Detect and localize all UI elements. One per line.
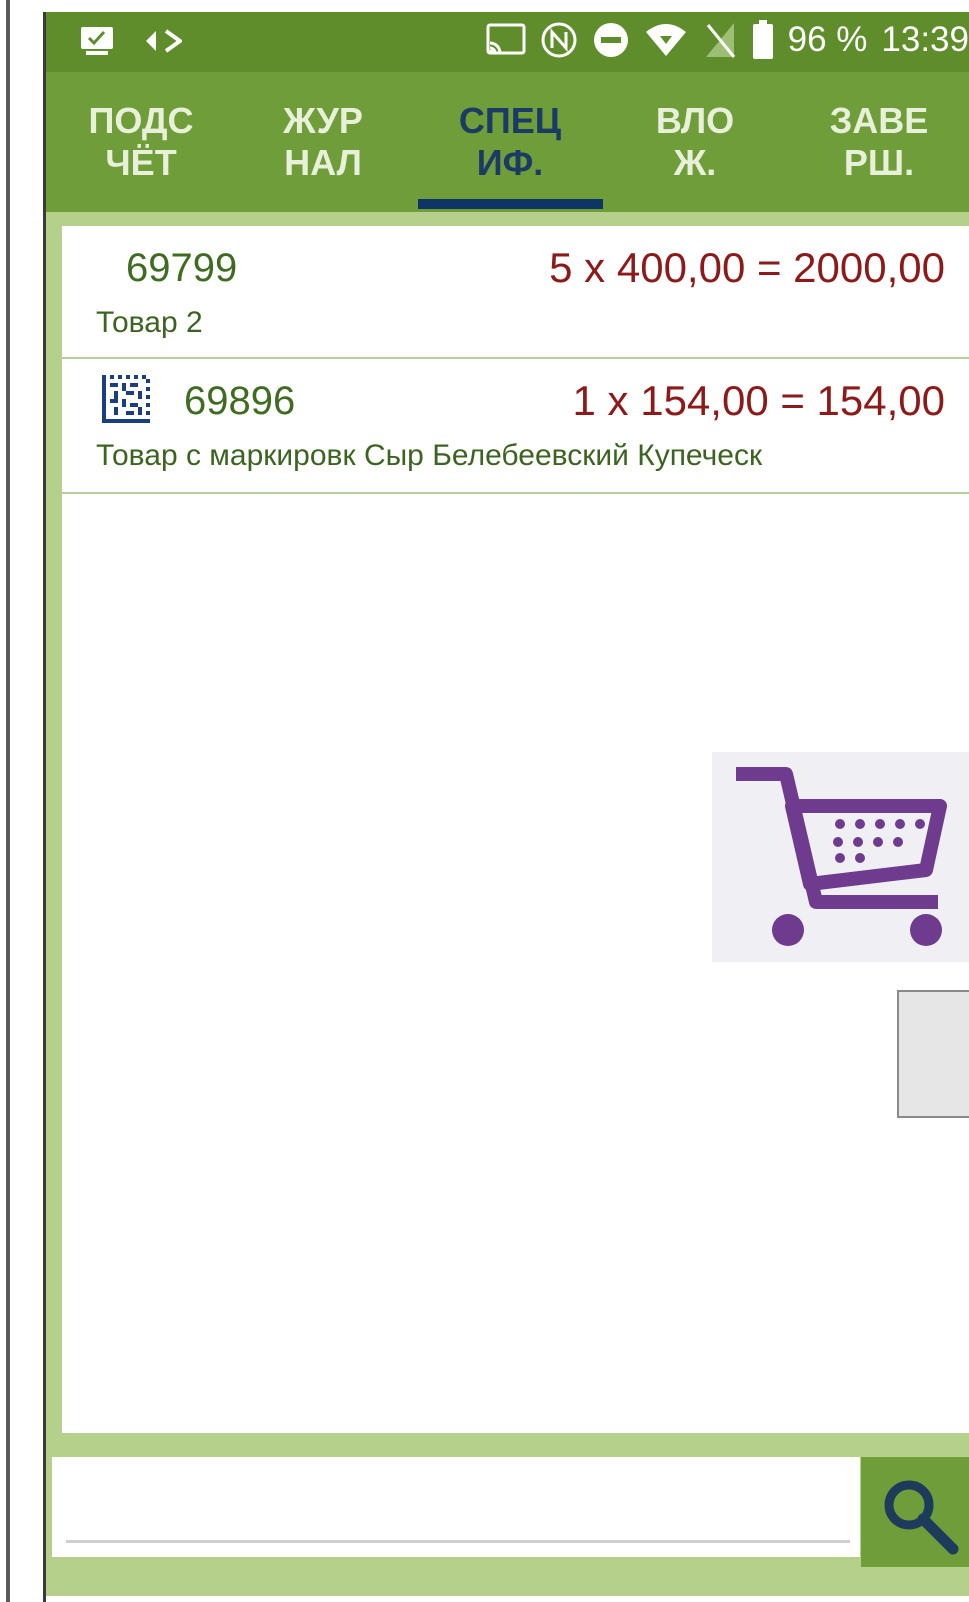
battery-percent: 96 % (787, 20, 868, 59)
wifi-icon (644, 22, 688, 58)
nfc-icon (540, 21, 578, 59)
tab-label-line1: ЗАВЕ (829, 100, 929, 141)
tab-label-line2: Ж. (673, 142, 717, 183)
tab-zaversh[interactable]: ЗАВЕ РШ. (804, 100, 954, 184)
search-button[interactable] (861, 1457, 969, 1567)
search-icon (861, 1480, 969, 1571)
tab-vlozh[interactable]: ВЛО Ж. (620, 100, 770, 184)
tab-podschet[interactable]: ПОДС ЧЁТ (66, 100, 216, 184)
item-name: Товар 2 (96, 306, 203, 339)
item-code: 69799 (126, 246, 238, 290)
item-calc: 1 x 154,00 = 154,00 (572, 377, 945, 424)
status-bar: 96 % 13:39 (46, 12, 969, 72)
data-sync-icon (144, 28, 182, 54)
tab-label-line2: ЧЁТ (105, 142, 177, 183)
datamatrix-icon (102, 375, 150, 423)
tab-label-line1: ПОДС (88, 100, 194, 141)
active-tab-indicator (418, 199, 603, 209)
do-not-disturb-icon (592, 21, 630, 59)
tab-label-line2: РШ. (843, 142, 915, 183)
tab-label-line1: ВЛО (655, 100, 735, 141)
battery-icon (752, 20, 774, 60)
list-item[interactable]: 69896 1 x 154,00 = 154,00 Товар с маркир… (62, 359, 969, 494)
tab-label-line1: ЖУР (283, 100, 363, 141)
clock: 13:39 (881, 20, 969, 59)
input-underline (66, 1540, 850, 1543)
search-panel (46, 1433, 969, 1596)
item-code: 69896 (184, 379, 296, 423)
cast-icon (486, 23, 526, 57)
tab-label-line2: ИФ. (476, 142, 544, 183)
search-input[interactable] (52, 1457, 860, 1557)
phone-screen: 96 % 13:39 ПОДС ЧЁТ ЖУР НАЛ СПЕЦ ИФ. ВЛО… (46, 12, 969, 1596)
tab-zhurnal[interactable]: ЖУР НАЛ (248, 100, 398, 184)
item-name: Товар с маркировк Сыр Белебеевский Купеч… (96, 439, 763, 472)
shopping-cart-icon[interactable] (712, 752, 969, 962)
list-item[interactable]: 69799 5 x 400,00 = 2000,00 Товар 2 (62, 226, 969, 359)
spec-item-list: 69799 5 x 400,00 = 2000,00 Товар 2 69896… (62, 226, 969, 1433)
tab-separator (46, 212, 969, 226)
tab-bar: ПОДС ЧЁТ ЖУР НАЛ СПЕЦ ИФ. ВЛО Ж. ЗАВЕ РШ… (46, 72, 969, 212)
tab-label-line2: НАЛ (284, 142, 362, 183)
screenshot-icon (80, 26, 114, 56)
edge-divider (6, 0, 10, 1602)
tab-specif[interactable]: СПЕЦ ИФ. (435, 100, 585, 184)
side-panel-button[interactable] (897, 990, 969, 1118)
tab-label-line1: СПЕЦ (458, 100, 562, 141)
background-window-edge (0, 0, 46, 1602)
no-sim-icon (702, 21, 738, 59)
item-calc: 5 x 400,00 = 2000,00 (549, 244, 945, 291)
